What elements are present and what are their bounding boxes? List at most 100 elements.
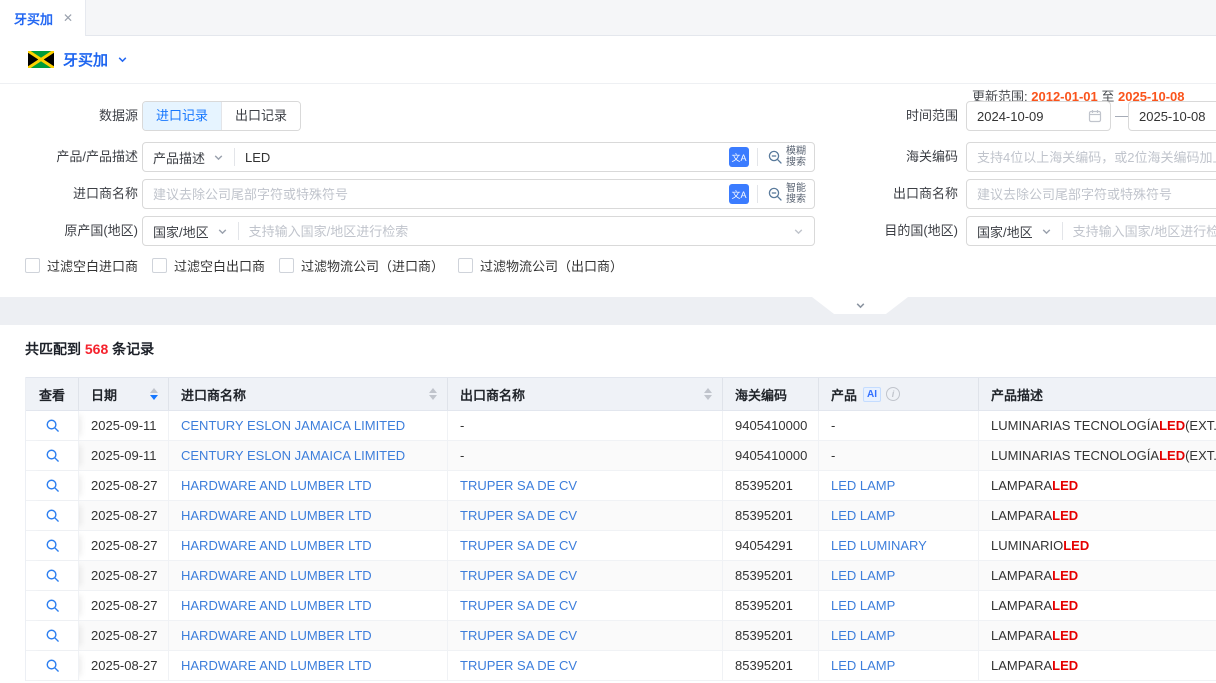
view-record-icon[interactable] bbox=[45, 598, 60, 613]
origin-dropdown-chevron-icon[interactable] bbox=[793, 226, 804, 237]
collapse-filters-handle[interactable] bbox=[812, 297, 908, 314]
date-start-field[interactable] bbox=[966, 101, 1111, 131]
cell-view bbox=[26, 591, 79, 620]
checkbox-filter-logistics-importer[interactable]: 过滤物流公司（进口商） bbox=[279, 256, 444, 275]
importer-link[interactable]: HARDWARE AND LUMBER LTD bbox=[169, 501, 448, 530]
checkbox-icon[interactable] bbox=[458, 258, 473, 273]
sort-exporter-icon[interactable] bbox=[704, 388, 712, 400]
time-range-label: 时间范围 bbox=[858, 101, 958, 131]
destination-field: 国家/地区 bbox=[966, 216, 1216, 246]
exporter-input[interactable] bbox=[967, 181, 1216, 207]
importer-link[interactable]: HARDWARE AND LUMBER LTD bbox=[169, 621, 448, 650]
exporter-link[interactable]: TRUPER SA DE CV bbox=[448, 561, 723, 590]
sort-importer-icon[interactable] bbox=[429, 388, 437, 400]
date-start-input[interactable] bbox=[967, 103, 1088, 129]
chevron-down-icon bbox=[217, 226, 228, 237]
importer-input[interactable] bbox=[143, 181, 721, 207]
origin-country-select[interactable]: 国家/地区 bbox=[143, 217, 238, 245]
product-search-input[interactable] bbox=[235, 144, 721, 170]
importer-label: 进口商名称 bbox=[0, 179, 138, 209]
product-link: - bbox=[819, 411, 979, 440]
view-record-icon[interactable] bbox=[45, 538, 60, 553]
exporter-field[interactable] bbox=[966, 179, 1216, 209]
cell-hs-code: 85395201 bbox=[723, 591, 819, 620]
cell-view bbox=[26, 411, 79, 440]
checkbox-filter-blank-importer[interactable]: 过滤空白进口商 bbox=[25, 256, 138, 275]
view-record-icon[interactable] bbox=[45, 568, 60, 583]
hs-code-input[interactable] bbox=[967, 144, 1216, 170]
view-record-icon[interactable] bbox=[45, 508, 60, 523]
importer-link[interactable]: HARDWARE AND LUMBER LTD bbox=[169, 561, 448, 590]
info-icon[interactable]: i bbox=[886, 387, 900, 401]
product-link[interactable]: LED LAMP bbox=[819, 651, 979, 680]
view-record-icon[interactable] bbox=[45, 478, 60, 493]
export-records-tab[interactable]: 出口记录 bbox=[221, 102, 300, 130]
exporter-link[interactable]: TRUPER SA DE CV bbox=[448, 531, 723, 560]
importer-field: 文A 智能搜索 bbox=[142, 179, 815, 209]
date-end-input[interactable] bbox=[1129, 103, 1216, 129]
sort-date-icon[interactable] bbox=[150, 388, 158, 400]
tab-jamaica[interactable]: 牙买加 ✕ bbox=[0, 0, 86, 36]
cell-hs-code: 9405410000 bbox=[723, 411, 819, 440]
col-exporter[interactable]: 出口商名称 bbox=[448, 378, 723, 410]
cell-product-desc: LUMINARIAS TECNOLOGÍA LED (EXT... bbox=[979, 411, 1216, 440]
filter-area: 更新范围: 2012-01-01 至 2025-10-08 数据源 进口记录 出… bbox=[0, 84, 1216, 297]
product-link[interactable]: LED LUMINARY bbox=[819, 531, 979, 560]
product-link[interactable]: LED LAMP bbox=[819, 501, 979, 530]
exporter-link: - bbox=[448, 441, 723, 470]
importer-link[interactable]: HARDWARE AND LUMBER LTD bbox=[169, 471, 448, 500]
import-records-tab[interactable]: 进口记录 bbox=[143, 102, 221, 130]
importer-link[interactable]: CENTURY ESLON JAMAICA LIMITED bbox=[169, 441, 448, 470]
exporter-link[interactable]: TRUPER SA DE CV bbox=[448, 621, 723, 650]
checkbox-filter-logistics-exporter[interactable]: 过滤物流公司（出口商） bbox=[458, 256, 623, 275]
product-link[interactable]: LED LAMP bbox=[819, 591, 979, 620]
exporter-link[interactable]: TRUPER SA DE CV bbox=[448, 471, 723, 500]
origin-field: 国家/地区 bbox=[142, 216, 815, 246]
results-table: 查看 日期 进口商名称 出口商名称 海关编码 bbox=[25, 377, 1216, 681]
product-link[interactable]: LED LAMP bbox=[819, 561, 979, 590]
table-row: 2025-08-27 HARDWARE AND LUMBER LTD TRUPE… bbox=[26, 471, 1216, 501]
view-record-icon[interactable] bbox=[45, 448, 60, 463]
importer-link[interactable]: HARDWARE AND LUMBER LTD bbox=[169, 531, 448, 560]
view-record-icon[interactable] bbox=[45, 628, 60, 643]
product-link[interactable]: LED LAMP bbox=[819, 471, 979, 500]
date-range-separator: — bbox=[1115, 101, 1128, 131]
table-header-row: 查看 日期 进口商名称 出口商名称 海关编码 bbox=[26, 377, 1216, 411]
importer-link[interactable]: HARDWARE AND LUMBER LTD bbox=[169, 651, 448, 680]
country-chevron-down-icon[interactable] bbox=[117, 54, 128, 65]
chevron-down-icon bbox=[1041, 226, 1052, 237]
checkbox-icon[interactable] bbox=[152, 258, 167, 273]
translate-icon[interactable]: 文A bbox=[729, 184, 749, 204]
checkbox-filter-blank-exporter[interactable]: 过滤空白出口商 bbox=[152, 256, 265, 275]
destination-country-select[interactable]: 国家/地区 bbox=[967, 217, 1062, 245]
col-date[interactable]: 日期 bbox=[79, 378, 169, 410]
tab-close-icon[interactable]: ✕ bbox=[63, 11, 73, 25]
cell-date: 2025-08-27 bbox=[79, 471, 169, 500]
col-importer[interactable]: 进口商名称 bbox=[169, 378, 448, 410]
importer-link[interactable]: HARDWARE AND LUMBER LTD bbox=[169, 591, 448, 620]
product-link[interactable]: LED LAMP bbox=[819, 621, 979, 650]
exporter-link[interactable]: TRUPER SA DE CV bbox=[448, 501, 723, 530]
origin-label: 原产国(地区) bbox=[0, 216, 138, 246]
calendar-icon[interactable] bbox=[1088, 109, 1102, 123]
country-header: 牙买加 bbox=[0, 36, 1216, 84]
col-product-desc: 产品描述 bbox=[979, 378, 1216, 410]
date-end-field[interactable] bbox=[1128, 101, 1216, 131]
view-record-icon[interactable] bbox=[45, 418, 60, 433]
origin-country-input[interactable] bbox=[239, 218, 793, 244]
destination-country-input[interactable] bbox=[1063, 218, 1216, 244]
translate-icon[interactable]: 文A bbox=[729, 147, 749, 167]
checkbox-icon[interactable] bbox=[279, 258, 294, 273]
exporter-link[interactable]: TRUPER SA DE CV bbox=[448, 651, 723, 680]
magnifier-minus-icon bbox=[767, 186, 783, 202]
view-record-icon[interactable] bbox=[45, 658, 60, 673]
filter-checkbox-row: 过滤空白进口商 过滤空白出口商 过滤物流公司（进口商） 过滤物流公司（出口商） bbox=[25, 256, 623, 275]
importer-link[interactable]: CENTURY ESLON JAMAICA LIMITED bbox=[169, 411, 448, 440]
smart-search-button[interactable]: 智能搜索 bbox=[758, 183, 814, 205]
product-type-select[interactable]: 产品描述 bbox=[143, 143, 234, 171]
checkbox-icon[interactable] bbox=[25, 258, 40, 273]
fuzzy-search-button[interactable]: 模糊搜索 bbox=[758, 146, 814, 168]
hs-code-field[interactable] bbox=[966, 142, 1216, 172]
filter-panel: 牙买加 更新范围: 2012-01-01 至 2025-10-08 数据源 进口… bbox=[0, 36, 1216, 297]
exporter-link[interactable]: TRUPER SA DE CV bbox=[448, 591, 723, 620]
